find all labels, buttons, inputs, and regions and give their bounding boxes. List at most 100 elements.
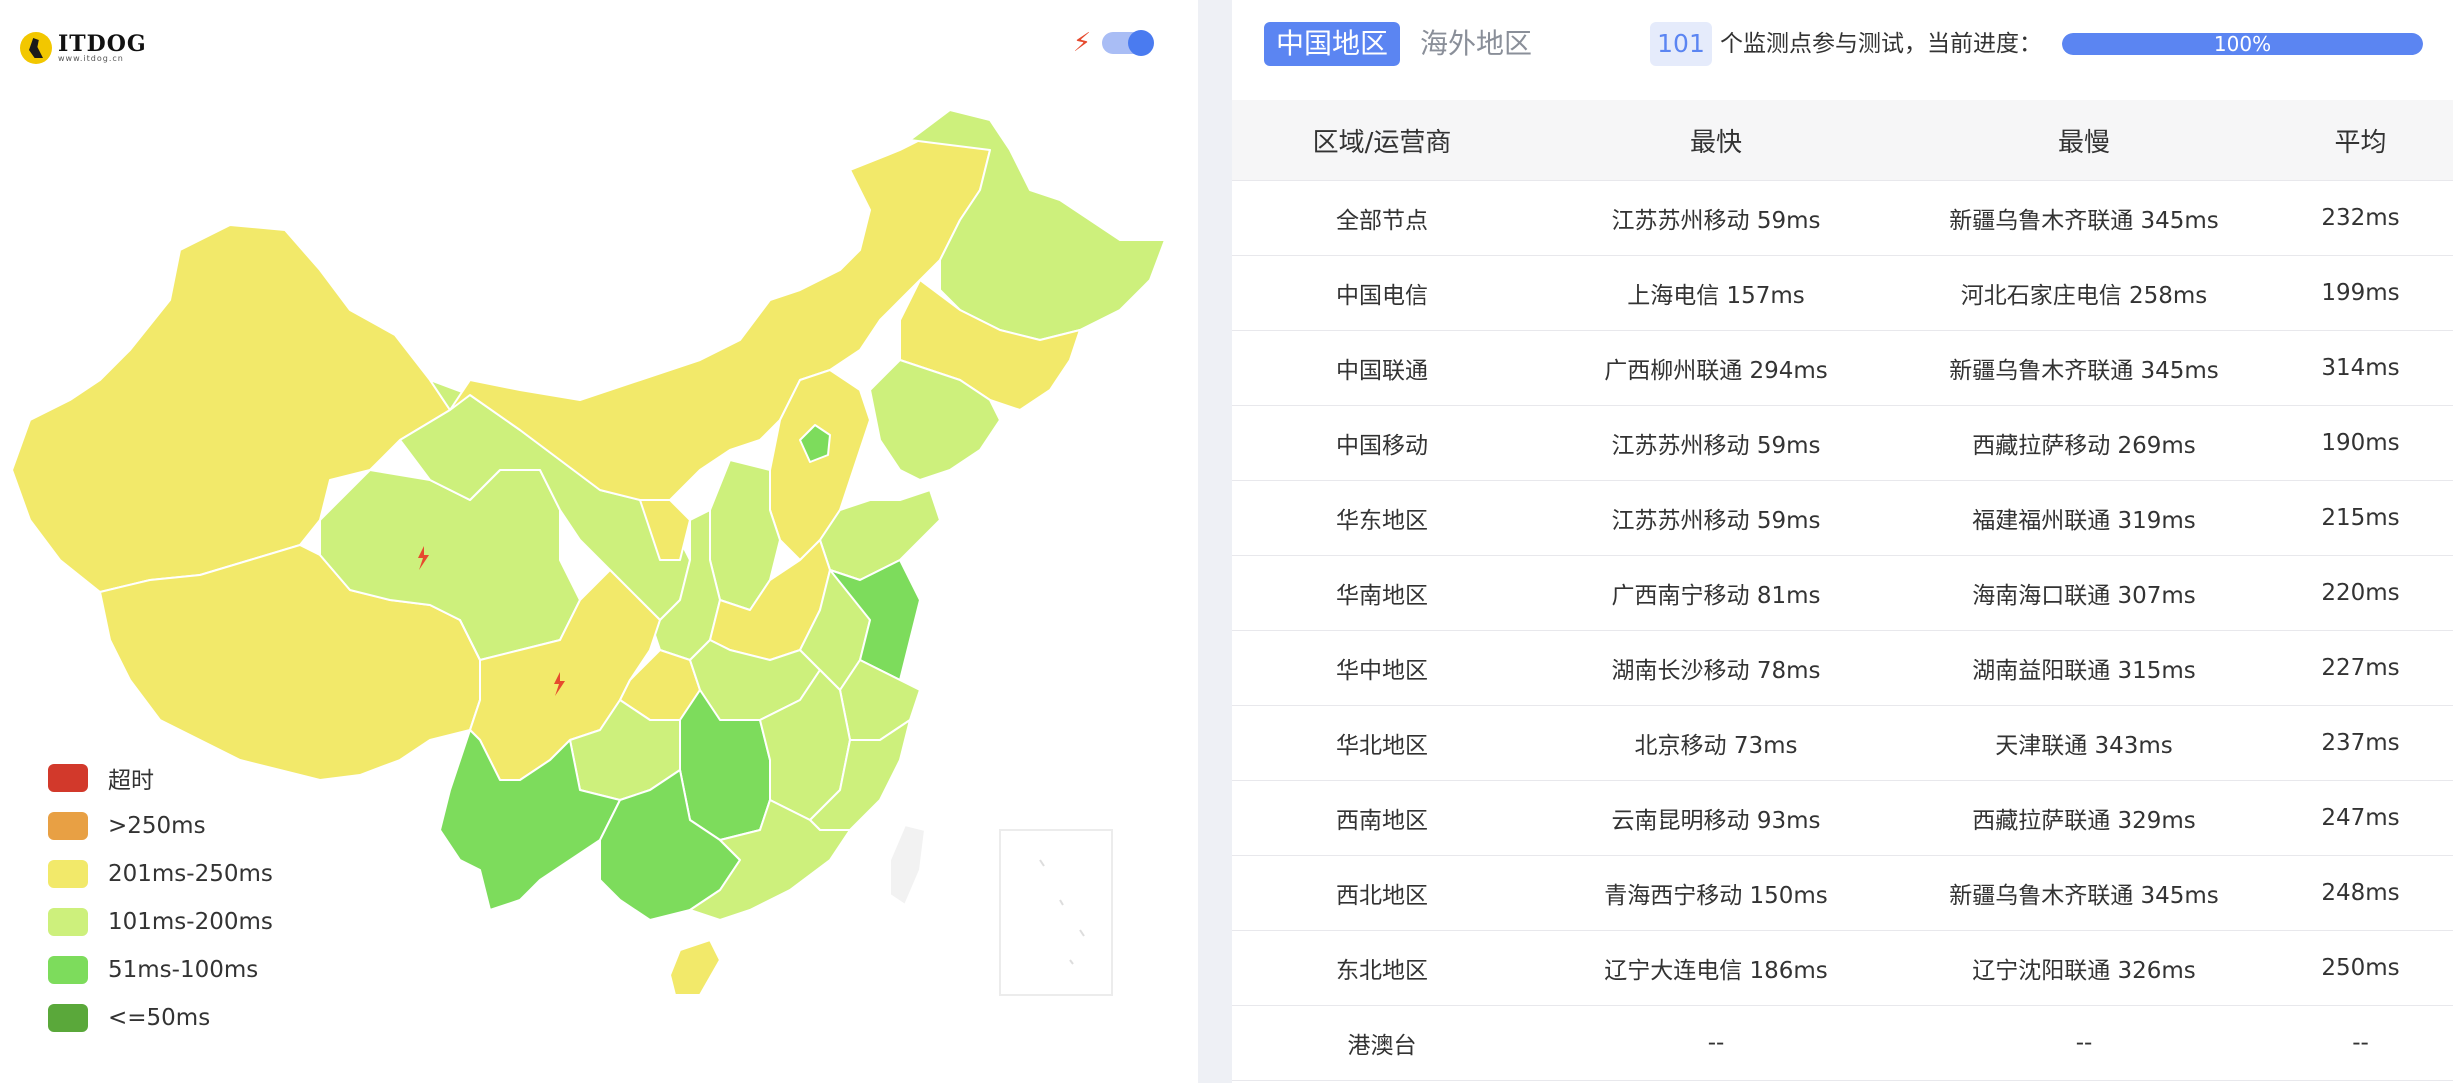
- map-panel: ITDOG www.itdog.cn ⚡ 超时 >250ms 201ms-250ms…: [0, 0, 1198, 1083]
- table-row: 华南地区 广西南宁移动 81ms 海南海口联通 307ms 220ms: [1232, 556, 2453, 631]
- itdog-logo: ITDOG www.itdog.cn: [20, 32, 147, 64]
- tab-china-region[interactable]: 中国地区: [1264, 22, 1401, 66]
- cell-average: 248ms: [2321, 880, 2400, 906]
- cell-slowest: 湖南益阳联通 315ms: [1972, 658, 2196, 684]
- cell-average: 220ms: [2321, 580, 2400, 606]
- cell-average: 250ms: [2321, 955, 2400, 981]
- cell-slowest: 河北石家庄电信 258ms: [1960, 283, 2208, 309]
- cell-slowest: 海南海口联通 307ms: [1972, 583, 2196, 609]
- table-row: 华北地区 北京移动 73ms 天津联通 343ms 237ms: [1232, 706, 2453, 781]
- results-panel: 中国地区 海外地区 101 个监测点参与测试，当前进度： 100% 区域/运营商…: [1232, 0, 2453, 1083]
- cell-slowest: 西藏拉萨移动 269ms: [1972, 433, 2196, 459]
- cell-region: 华北地区: [1336, 733, 1428, 759]
- cell-region: 东北地区: [1336, 958, 1428, 984]
- legend-label: >250ms: [108, 813, 206, 839]
- south-sea-inset: [999, 829, 1113, 996]
- cell-fastest: 北京移动 73ms: [1634, 733, 1798, 759]
- cell-slowest: --: [2075, 1030, 2093, 1056]
- cell-fastest: 辽宁大连电信 186ms: [1604, 958, 1828, 984]
- progress-text: 100%: [2213, 33, 2272, 55]
- cell-region: 中国移动: [1336, 433, 1428, 459]
- legend-label: <=50ms: [108, 1005, 211, 1031]
- legend-item[interactable]: 超时: [48, 754, 273, 802]
- cell-region: 中国联通: [1336, 358, 1428, 384]
- dog-logo-icon: [20, 32, 52, 64]
- panel-divider: [1198, 0, 1232, 1083]
- cell-average: 237ms: [2321, 730, 2400, 756]
- table-header-row: 区域/运营商 最快 最慢 平均: [1232, 100, 2453, 181]
- column-header-fastest[interactable]: 最快: [1532, 122, 1900, 159]
- column-header-slowest[interactable]: 最慢: [1900, 122, 2268, 159]
- lightning-toggle-switch[interactable]: [1102, 30, 1154, 56]
- cell-region: 全部节点: [1336, 208, 1428, 234]
- table-row: 港澳台 -- -- --: [1232, 1006, 2453, 1081]
- latency-table: 区域/运营商 最快 最慢 平均 全部节点 江苏苏州移动 59ms 新疆乌鲁木齐联通 …: [1232, 100, 2453, 1081]
- table-body: 全部节点 江苏苏州移动 59ms 新疆乌鲁木齐联通 345ms 232ms 中国电信 上海…: [1232, 181, 2453, 1081]
- progress-bar: 100%: [2062, 33, 2423, 55]
- cell-fastest: 云南昆明移动 93ms: [1611, 808, 1821, 834]
- cell-fastest: 湖南长沙移动 78ms: [1611, 658, 1821, 684]
- brand-name: ITDOG: [58, 31, 147, 57]
- legend-item[interactable]: 101ms-200ms: [48, 898, 273, 946]
- cell-slowest: 西藏拉萨联通 329ms: [1972, 808, 2196, 834]
- cell-average: 215ms: [2321, 505, 2400, 531]
- cell-average: 247ms: [2321, 805, 2400, 831]
- cell-fastest: 上海电信 157ms: [1627, 283, 1805, 309]
- cell-slowest: 新疆乌鲁木齐联通 345ms: [1949, 883, 2219, 909]
- table-row: 全部节点 江苏苏州移动 59ms 新疆乌鲁木齐联通 345ms 232ms: [1232, 181, 2453, 256]
- switch-knob: [1128, 30, 1154, 56]
- legend-item[interactable]: <=50ms: [48, 994, 273, 1042]
- legend-swatch: [48, 1004, 88, 1032]
- cell-region: 华东地区: [1336, 508, 1428, 534]
- cell-average: 314ms: [2321, 355, 2400, 381]
- cell-slowest: 福建福州联通 319ms: [1972, 508, 2196, 534]
- tab-overseas-region[interactable]: 海外地区: [1408, 22, 1544, 66]
- cell-fastest: 江苏苏州移动 59ms: [1611, 208, 1821, 234]
- legend-swatch: [48, 908, 88, 936]
- cell-average: 199ms: [2321, 280, 2400, 306]
- cell-slowest: 辽宁沈阳联通 326ms: [1972, 958, 2196, 984]
- cell-region: 港澳台: [1347, 1033, 1417, 1059]
- cell-fastest: 青海西宁移动 150ms: [1604, 883, 1828, 909]
- table-row: 华中地区 湖南长沙移动 78ms 湖南益阳联通 315ms 227ms: [1232, 631, 2453, 706]
- cell-region: 西北地区: [1336, 883, 1428, 909]
- progress-label: 个监测点参与测试，当前进度：: [1720, 31, 2042, 57]
- cell-region: 华南地区: [1336, 583, 1428, 609]
- legend-label: 201ms-250ms: [108, 861, 273, 887]
- map-legend: 超时 >250ms 201ms-250ms 101ms-200ms 51ms-100ms…: [48, 754, 273, 1042]
- lightning-icon: ⚡: [1072, 28, 1092, 58]
- legend-swatch: [48, 812, 88, 840]
- table-row: 西北地区 青海西宁移动 150ms 新疆乌鲁木齐联通 345ms 248ms: [1232, 856, 2453, 931]
- table-row: 中国移动 江苏苏州移动 59ms 西藏拉萨移动 269ms 190ms: [1232, 406, 2453, 481]
- legend-item[interactable]: 201ms-250ms: [48, 850, 273, 898]
- cell-fastest: 广西柳州联通 294ms: [1604, 358, 1828, 384]
- legend-swatch: [48, 860, 88, 888]
- cell-slowest: 天津联通 343ms: [1995, 733, 2173, 759]
- column-header-region[interactable]: 区域/运营商: [1232, 122, 1532, 159]
- cell-average: 232ms: [2321, 205, 2400, 231]
- table-row: 东北地区 辽宁大连电信 186ms 辽宁沈阳联通 326ms 250ms: [1232, 931, 2453, 1006]
- legend-swatch: [48, 956, 88, 984]
- map-region-taiwan[interactable]: [889, 824, 926, 906]
- results-header: 中国地区 海外地区 101 个监测点参与测试，当前进度： 100%: [1232, 0, 2453, 100]
- cell-slowest: 新疆乌鲁木齐联通 345ms: [1949, 208, 2219, 234]
- cell-fastest: 江苏苏州移动 59ms: [1611, 433, 1821, 459]
- cell-average: --: [2352, 1030, 2369, 1056]
- cell-slowest: 新疆乌鲁木齐联通 345ms: [1949, 358, 2219, 384]
- legend-item[interactable]: >250ms: [48, 802, 273, 850]
- column-header-average[interactable]: 平均: [2268, 122, 2453, 159]
- map-region-hainan[interactable]: [669, 939, 721, 996]
- legend-label: 101ms-200ms: [108, 909, 273, 935]
- cell-region: 中国电信: [1336, 283, 1428, 309]
- table-row: 西南地区 云南昆明移动 93ms 西藏拉萨联通 329ms 247ms: [1232, 781, 2453, 856]
- cell-fastest: 江苏苏州移动 59ms: [1611, 508, 1821, 534]
- cell-average: 190ms: [2321, 430, 2400, 456]
- legend-swatch: [48, 764, 88, 792]
- table-row: 中国电信 上海电信 157ms 河北石家庄电信 258ms 199ms: [1232, 256, 2453, 331]
- table-row: 华东地区 江苏苏州移动 59ms 福建福州联通 319ms 215ms: [1232, 481, 2453, 556]
- cell-average: 227ms: [2321, 655, 2400, 681]
- cell-fastest: --: [1707, 1030, 1725, 1056]
- legend-item[interactable]: 51ms-100ms: [48, 946, 273, 994]
- cell-region: 华中地区: [1336, 658, 1428, 684]
- legend-label: 51ms-100ms: [108, 957, 259, 983]
